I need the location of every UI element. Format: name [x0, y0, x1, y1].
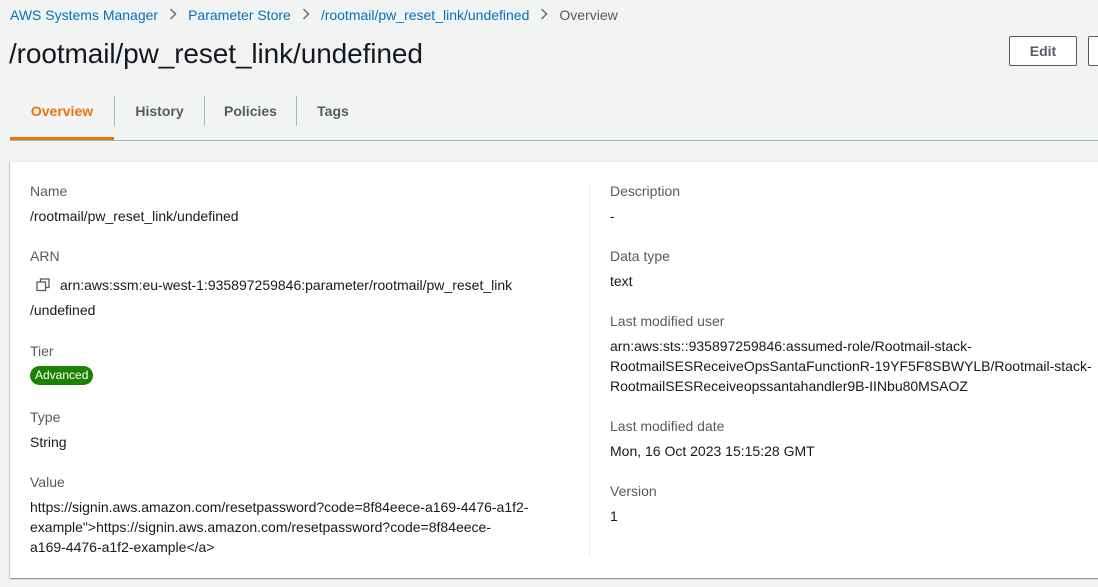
- value-text: https://signin.aws.amazon.com/resetpassw…: [30, 497, 570, 557]
- delete-button-partial[interactable]: [1088, 36, 1098, 66]
- tier-field: Tier Advanced: [30, 341, 94, 385]
- last-modified-user-line: RootmailSESReceiveopssantahandler9B-IINb…: [610, 378, 968, 394]
- tier-badge: Advanced: [30, 366, 94, 385]
- description-field: Description -: [610, 181, 680, 226]
- last-modified-user-line: RootmailSESReceiveOpsSantaFunctionR-19YF…: [610, 358, 1092, 374]
- parameter-details-card: Name /rootmail/pw_reset_link/undefined A…: [10, 161, 1098, 578]
- tab-history[interactable]: History: [115, 90, 204, 139]
- tab-policies[interactable]: Policies: [205, 90, 296, 139]
- last-modified-user-label: Last modified user: [610, 313, 725, 329]
- arn-value-line2: /undefined: [30, 302, 96, 318]
- data-type-value: text: [610, 273, 633, 289]
- arn-label: ARN: [30, 248, 60, 264]
- version-field: Version 1: [610, 481, 657, 526]
- value-field: Value https://signin.aws.amazon.com/rese…: [30, 472, 570, 557]
- tab-bar: Overview History Policies Tags: [10, 90, 1098, 141]
- tier-label: Tier: [30, 343, 54, 359]
- last-modified-user-line: arn:aws:sts::935897259846:assumed-role/R…: [610, 338, 972, 354]
- name-label: Name: [30, 183, 68, 199]
- arn-label-wrap: ARN: [30, 246, 60, 266]
- column-divider: [589, 184, 590, 556]
- value-line: a169-4476-a1f2-example</a>: [30, 539, 215, 555]
- breadcrumb-parameter-store[interactable]: Parameter Store: [188, 7, 291, 23]
- name-field: Name /rootmail/pw_reset_link/undefined: [30, 181, 239, 226]
- chevron-right-icon: [529, 7, 559, 23]
- arn-value-line1: arn:aws:ssm:eu-west-1:935897259846:param…: [60, 277, 513, 293]
- breadcrumb-current: Overview: [559, 7, 618, 23]
- type-value: String: [30, 434, 67, 450]
- last-modified-user-value: arn:aws:sts::935897259846:assumed-role/R…: [610, 336, 1098, 396]
- type-field: Type String: [30, 407, 67, 452]
- last-modified-date-label: Last modified date: [610, 418, 725, 434]
- breadcrumb-systems-manager[interactable]: AWS Systems Manager: [10, 7, 158, 23]
- type-label: Type: [30, 409, 61, 425]
- version-label: Version: [610, 483, 657, 499]
- value-label: Value: [30, 474, 65, 490]
- data-type-label: Data type: [610, 248, 670, 264]
- page-title: /rootmail/pw_reset_link/undefined: [9, 38, 423, 69]
- data-type-field: Data type text: [610, 246, 670, 291]
- tab-tags[interactable]: Tags: [297, 90, 369, 139]
- last-modified-date-field: Last modified date Mon, 16 Oct 2023 15:1…: [610, 416, 815, 461]
- description-label: Description: [610, 183, 681, 199]
- last-modified-user-field: Last modified user arn:aws:sts::93589725…: [610, 311, 1098, 396]
- chevron-right-icon: [158, 7, 188, 23]
- breadcrumb: AWS Systems Manager Parameter Store /roo…: [10, 7, 618, 23]
- version-value: 1: [610, 508, 618, 524]
- last-modified-date-value: Mon, 16 Oct 2023 15:15:28 GMT: [610, 443, 815, 459]
- description-value: -: [610, 208, 615, 224]
- tab-overview[interactable]: Overview: [10, 90, 114, 140]
- edit-button[interactable]: Edit: [1009, 36, 1077, 66]
- chevron-right-icon: [291, 7, 321, 23]
- value-line: https://signin.aws.amazon.com/resetpassw…: [30, 499, 529, 515]
- breadcrumb-parameter[interactable]: /rootmail/pw_reset_link/undefined: [321, 7, 530, 23]
- copy-icon[interactable]: [36, 278, 50, 292]
- arn-field: arn:aws:ssm:eu-west-1:935897259846:param…: [30, 275, 550, 320]
- value-line: example">https://signin.aws.amazon.com/r…: [30, 519, 492, 535]
- name-value: /rootmail/pw_reset_link/undefined: [30, 208, 239, 224]
